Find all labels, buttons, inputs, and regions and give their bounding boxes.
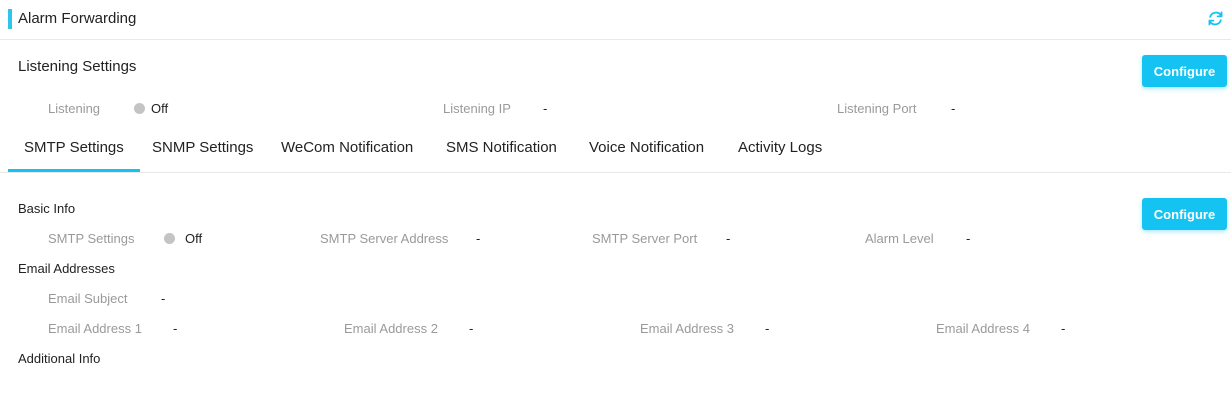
- email-address-4-value: -: [1061, 321, 1066, 336]
- email-address-3-label: Email Address 3: [640, 321, 734, 336]
- listening-configure-button[interactable]: Configure: [1142, 55, 1227, 87]
- smtp-server-port-value: -: [726, 231, 731, 246]
- listening-ip-value: -: [543, 101, 548, 116]
- listening-status: Off: [134, 101, 168, 116]
- additional-info-title: Additional Info: [18, 351, 101, 366]
- listening-label: Listening: [48, 101, 101, 116]
- smtp-settings-label: SMTP Settings: [48, 231, 135, 246]
- notification-tabs: SMTP Settings SNMP Settings WeCom Notifi…: [0, 128, 1231, 173]
- tab-wecom-notification[interactable]: WeCom Notification: [281, 128, 413, 172]
- email-address-3-value: -: [765, 321, 770, 336]
- status-off-dot: [164, 233, 175, 244]
- title-accent-bar: [8, 9, 12, 29]
- email-addresses-title: Email Addresses: [18, 261, 115, 276]
- email-address-2-label: Email Address 2: [344, 321, 438, 336]
- smtp-configure-button[interactable]: Configure: [1142, 198, 1227, 230]
- alarm-level-label: Alarm Level: [865, 231, 934, 246]
- smtp-server-address-label: SMTP Server Address: [320, 231, 449, 246]
- page-title: Alarm Forwarding: [18, 10, 137, 27]
- email-subject-label: Email Subject: [48, 291, 128, 306]
- tab-sms-notification[interactable]: SMS Notification: [446, 128, 557, 172]
- smtp-server-address-value: -: [476, 231, 481, 246]
- tab-smtp-settings[interactable]: SMTP Settings: [8, 128, 140, 172]
- email-address-4-label: Email Address 4: [936, 321, 1030, 336]
- email-address-1-label: Email Address 1: [48, 321, 142, 336]
- smtp-server-port-label: SMTP Server Port: [592, 231, 698, 246]
- email-address-1-value: -: [173, 321, 178, 336]
- email-address-2-value: -: [469, 321, 474, 336]
- listening-status-value: Off: [151, 101, 169, 116]
- tab-voice-notification[interactable]: Voice Notification: [589, 128, 704, 172]
- alarm-level-value: -: [966, 231, 971, 246]
- basic-info-title: Basic Info: [18, 201, 76, 216]
- status-off-dot: [134, 103, 145, 114]
- listening-settings-title: Listening Settings: [18, 58, 137, 75]
- tab-activity-logs[interactable]: Activity Logs: [738, 128, 822, 172]
- refresh-icon[interactable]: [1207, 10, 1224, 27]
- smtp-settings-status: Off: [164, 231, 202, 246]
- listening-ip-label: Listening IP: [443, 101, 511, 116]
- tab-snmp-settings[interactable]: SNMP Settings: [152, 128, 253, 172]
- listening-port-value: -: [951, 101, 956, 116]
- email-subject-value: -: [161, 291, 166, 306]
- listening-port-label: Listening Port: [837, 101, 917, 116]
- page-header: Alarm Forwarding: [0, 0, 1231, 40]
- smtp-settings-status-value: Off: [185, 231, 203, 246]
